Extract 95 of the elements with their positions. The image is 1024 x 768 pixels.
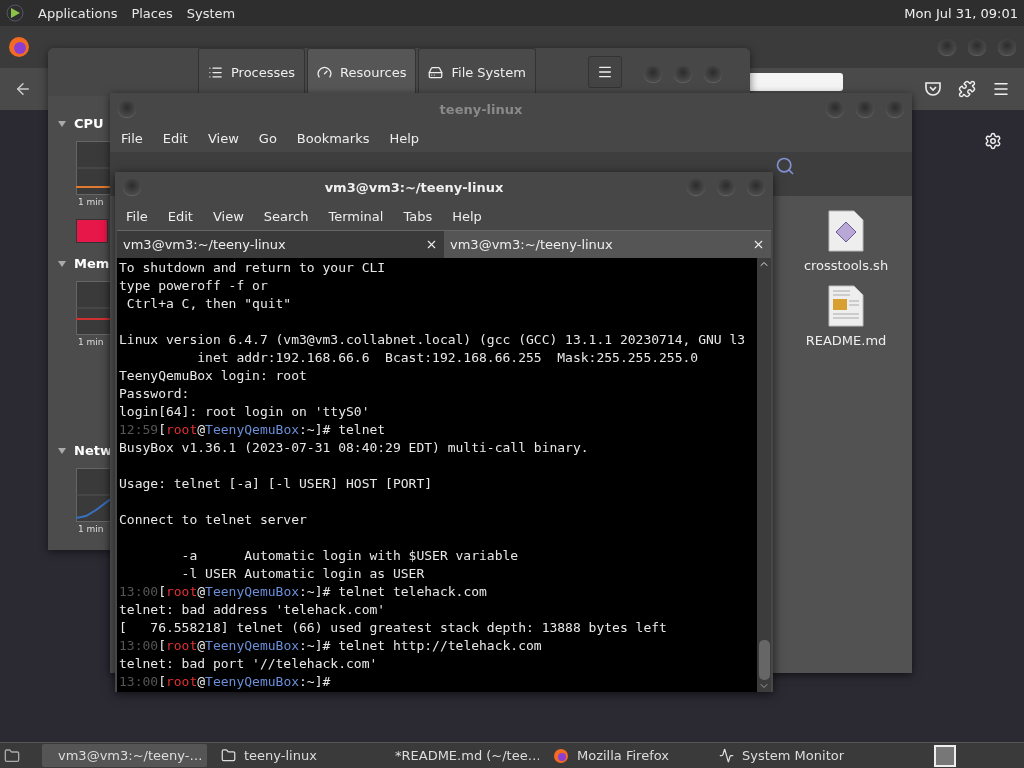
window-button[interactable]	[687, 179, 705, 195]
tab[interactable]: File System	[418, 48, 536, 96]
window-button[interactable]	[886, 101, 904, 117]
menu-icon[interactable]	[992, 80, 1010, 98]
list-icon	[208, 65, 223, 80]
window-button[interactable]	[123, 179, 141, 195]
axis-label: 1 min	[78, 337, 104, 347]
terminal-line: [ 76.558218] telnet (66) used greatest stack depth: 13888 bytes left	[119, 619, 668, 637]
tab[interactable]: Resources	[307, 48, 417, 96]
expander-icon[interactable]	[58, 120, 66, 127]
terminal-tab[interactable]: vm3@vm3:~/teeny-linux	[444, 230, 771, 258]
scrollbar[interactable]	[757, 258, 771, 692]
taskbar-item[interactable]: *README.md (~/tee…	[379, 744, 539, 767]
terminal-line: -l USER Automatic login as USER	[180, 565, 426, 583]
expander-icon[interactable]	[58, 260, 66, 267]
window-button[interactable]	[826, 101, 844, 117]
clock[interactable]: Mon Jul 31, 09:01	[904, 5, 1018, 21]
file-name[interactable]: README.md	[805, 333, 887, 348]
prompt-line: 13:00[root@TeenyQemuBox:~]# telnet telehack.com	[119, 583, 488, 601]
terminal-tab[interactable]: vm3@vm3:~/teeny-linux	[117, 230, 444, 258]
terminal-line: inet addr:192.168.66.6 Bcast:192.168.66.255 Mask:255.255.255.0	[196, 349, 700, 367]
prompt-line: 13:00[root@TeenyQemuBox:~]#	[119, 673, 332, 691]
browser-logo-icon[interactable]	[8, 36, 30, 58]
search-icon[interactable]	[775, 156, 795, 176]
taskbar-item[interactable]: System Monitor	[711, 744, 901, 767]
browser-logo-icon	[553, 747, 569, 764]
color-swatch[interactable]	[76, 219, 108, 243]
pocket-icon[interactable]	[924, 80, 942, 98]
terminal-line: BusyBox v1.36.1 (2023-07-31 08:40:29 EDT) multi-call binary.	[119, 439, 590, 457]
section-title: CPU	[74, 116, 104, 131]
extensions-icon[interactable]	[958, 80, 976, 98]
scroll-thumb[interactable]	[758, 640, 770, 680]
menu-item[interactable]: Search	[263, 208, 309, 224]
section-title: Netw	[74, 443, 112, 458]
settings-icon[interactable]	[984, 132, 1002, 150]
show-desktop-icon[interactable]	[4, 747, 20, 764]
terminal-line: telnet: bad port '//telehack.com'	[119, 655, 379, 673]
window-button[interactable]	[643, 66, 662, 82]
menu-item[interactable]: Help	[389, 131, 420, 146]
terminal-line: Linux version 6.4.7 (vm3@vm3.collabnet.local) (gcc (GCC) 13.1.1 20230714, GNU l3	[119, 331, 747, 349]
menu-item[interactable]: Bookmarks	[296, 131, 370, 146]
terminal-line: Password:	[119, 385, 191, 403]
terminal-line: login[64]: root login on 'ttyS0'	[119, 403, 371, 421]
window-button[interactable]	[673, 66, 692, 82]
menu-item[interactable]: Tabs	[403, 208, 433, 224]
workspace-switcher[interactable]	[934, 744, 956, 767]
terminal-line: Usage: telnet [-a] [-l USER] HOST [PORT]	[119, 475, 434, 493]
menu-item[interactable]: View	[212, 208, 244, 224]
script-file-icon	[828, 210, 864, 252]
window-title: vm3@vm3:~/teeny-linux	[323, 179, 505, 195]
menu-item[interactable]: File	[121, 131, 143, 146]
folder-icon	[221, 748, 236, 763]
menu-item[interactable]: File	[126, 208, 148, 224]
terminal-line: -a Automatic login with $USER variable	[180, 547, 520, 565]
tab[interactable]: Processes	[198, 48, 306, 96]
section-title: Mem	[74, 256, 110, 271]
axis-label: 1 min	[78, 197, 104, 207]
menu-item[interactable]: View	[207, 131, 239, 146]
expander-icon[interactable]	[58, 447, 66, 454]
menu-item[interactable]: Terminal	[328, 208, 384, 224]
window-button[interactable]	[118, 101, 136, 117]
panel-menu[interactable]: Places	[131, 5, 173, 21]
axis-label: 1 min	[78, 524, 104, 534]
menu-button[interactable]	[587, 56, 622, 88]
window-button[interactable]	[703, 66, 722, 82]
close-icon[interactable]	[752, 238, 765, 251]
terminal-line: telnet: bad address 'telehack.com'	[119, 601, 387, 619]
terminal-line: type poweroff -f or	[119, 277, 269, 295]
menu-item[interactable]: Edit	[167, 208, 193, 224]
taskbar-item[interactable]: vm3@vm3:~/teeny-…	[42, 744, 207, 767]
panel-menu[interactable]: Applications	[38, 5, 118, 21]
window-button[interactable]	[717, 179, 735, 195]
terminal-line: To shutdown and return to your CLI	[119, 259, 387, 277]
close-icon[interactable]	[425, 238, 438, 251]
prompt-line: 13:00[root@TeenyQemuBox:~]# telnet http://telehack.com	[119, 637, 543, 655]
terminal-line: TeenyQemuBox login: root	[119, 367, 308, 385]
gauge-icon	[317, 65, 333, 80]
window-title: teeny-linux	[438, 101, 524, 117]
window-button[interactable]	[856, 101, 874, 117]
panel-menu[interactable]: System	[186, 5, 236, 21]
taskbar-item[interactable]: Mozilla Firefox	[545, 744, 705, 767]
app-menu-icon[interactable]	[6, 4, 24, 22]
menu-item[interactable]: Go	[258, 131, 277, 146]
menu-icon	[596, 64, 613, 80]
terminal-line: Connect to telnet server	[119, 511, 308, 529]
menu-item[interactable]: Help	[452, 208, 482, 224]
menu-item[interactable]: Edit	[162, 131, 188, 146]
document-file-icon	[828, 285, 864, 327]
window-button[interactable]	[747, 179, 765, 195]
monitor-icon	[719, 748, 734, 763]
taskbar-item[interactable]: teeny-linux	[213, 744, 373, 767]
file-name[interactable]: crosstools.sh	[803, 258, 889, 273]
back-icon[interactable]	[14, 80, 32, 98]
terminal-line: Ctrl+a C, then "quit"	[125, 295, 293, 313]
prompt-line: 12:59[root@TeenyQemuBox:~]# telnet	[119, 421, 387, 439]
